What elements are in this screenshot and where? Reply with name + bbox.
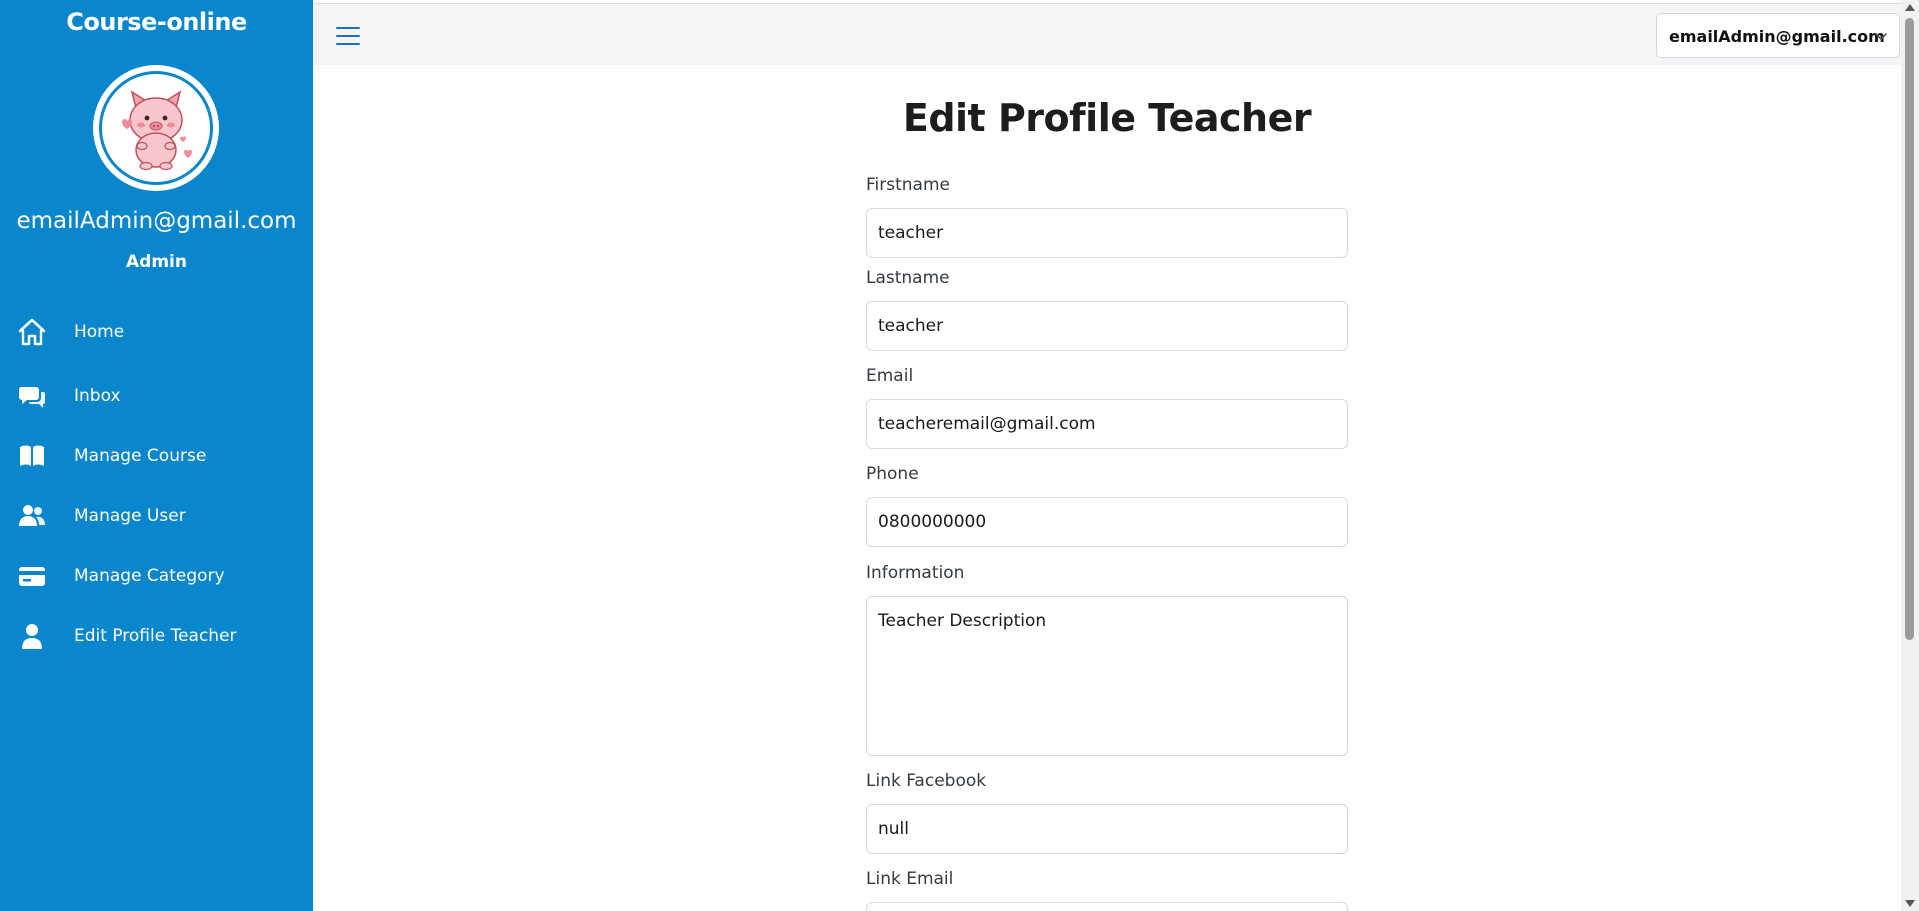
sidebar-item-label: Manage Course (74, 446, 207, 466)
sidebar-item-manage-user[interactable]: Manage User (0, 493, 313, 539)
sidebar-item-label: Inbox (74, 386, 121, 406)
sidebar-item-manage-course[interactable]: Manage Course (0, 433, 313, 479)
card-icon (16, 560, 48, 592)
firstname-field[interactable] (866, 208, 1348, 258)
sidebar-item-edit-profile-teacher[interactable]: Edit Profile Teacher (0, 613, 313, 659)
email-label: Email (866, 366, 914, 386)
sidebar-item-inbox[interactable]: Inbox (0, 373, 313, 419)
app-root: Course-online emailAdmin@gmail.com Admin… (0, 0, 1919, 911)
account-dropdown-label: emailAdmin@gmail.com (1669, 27, 1885, 46)
phone-label: Phone (866, 464, 919, 484)
page-scrollbar[interactable] (1901, 0, 1919, 911)
user-icon (16, 620, 48, 652)
firstname-label: Firstname (866, 175, 950, 195)
sidebar-item-label: Manage Category (74, 566, 225, 586)
phone-field[interactable] (866, 497, 1348, 547)
facebook-label: Link Facebook (866, 771, 987, 791)
topbar: emailAdmin@gmail.com (313, 3, 1901, 65)
facebook-link-field[interactable] (866, 804, 1348, 854)
lastname-field[interactable] (866, 301, 1348, 351)
sidebar-item-label: Manage User (74, 506, 186, 526)
sidebar-item-home[interactable]: Home (0, 309, 313, 355)
lastname-label: Lastname (866, 268, 950, 288)
chevron-down-icon (1873, 28, 1889, 44)
pig-avatar-image (99, 71, 213, 185)
sidebar: Course-online emailAdmin@gmail.com Admin… (0, 0, 313, 911)
book-icon (16, 440, 48, 472)
page-title: Edit Profile Teacher (902, 96, 1312, 140)
scroll-down-arrow-icon[interactable] (1905, 900, 1915, 907)
avatar (93, 65, 219, 191)
sidebar-item-label: Edit Profile Teacher (74, 626, 237, 646)
email-field[interactable] (866, 399, 1348, 449)
sidebar-item-label: Home (74, 322, 125, 342)
home-icon (16, 316, 48, 348)
information-textarea[interactable]: Teacher Description (866, 596, 1348, 756)
scroll-up-arrow-icon[interactable] (1905, 4, 1915, 11)
brand-title: Course-online (66, 8, 247, 36)
users-icon (16, 500, 48, 532)
menu-toggle-icon[interactable] (335, 24, 361, 48)
link-email-label: Link Email (866, 869, 954, 889)
scrollbar-thumb[interactable] (1905, 18, 1914, 640)
sidebar-item-manage-category[interactable]: Manage Category (0, 553, 313, 599)
chat-icon (16, 380, 48, 412)
sidebar-user-role: Admin (126, 252, 187, 272)
sidebar-user-email: emailAdmin@gmail.com (16, 208, 297, 234)
link-email-field[interactable] (866, 902, 1348, 911)
account-dropdown[interactable]: emailAdmin@gmail.com (1656, 13, 1900, 58)
information-label: Information (866, 563, 965, 583)
